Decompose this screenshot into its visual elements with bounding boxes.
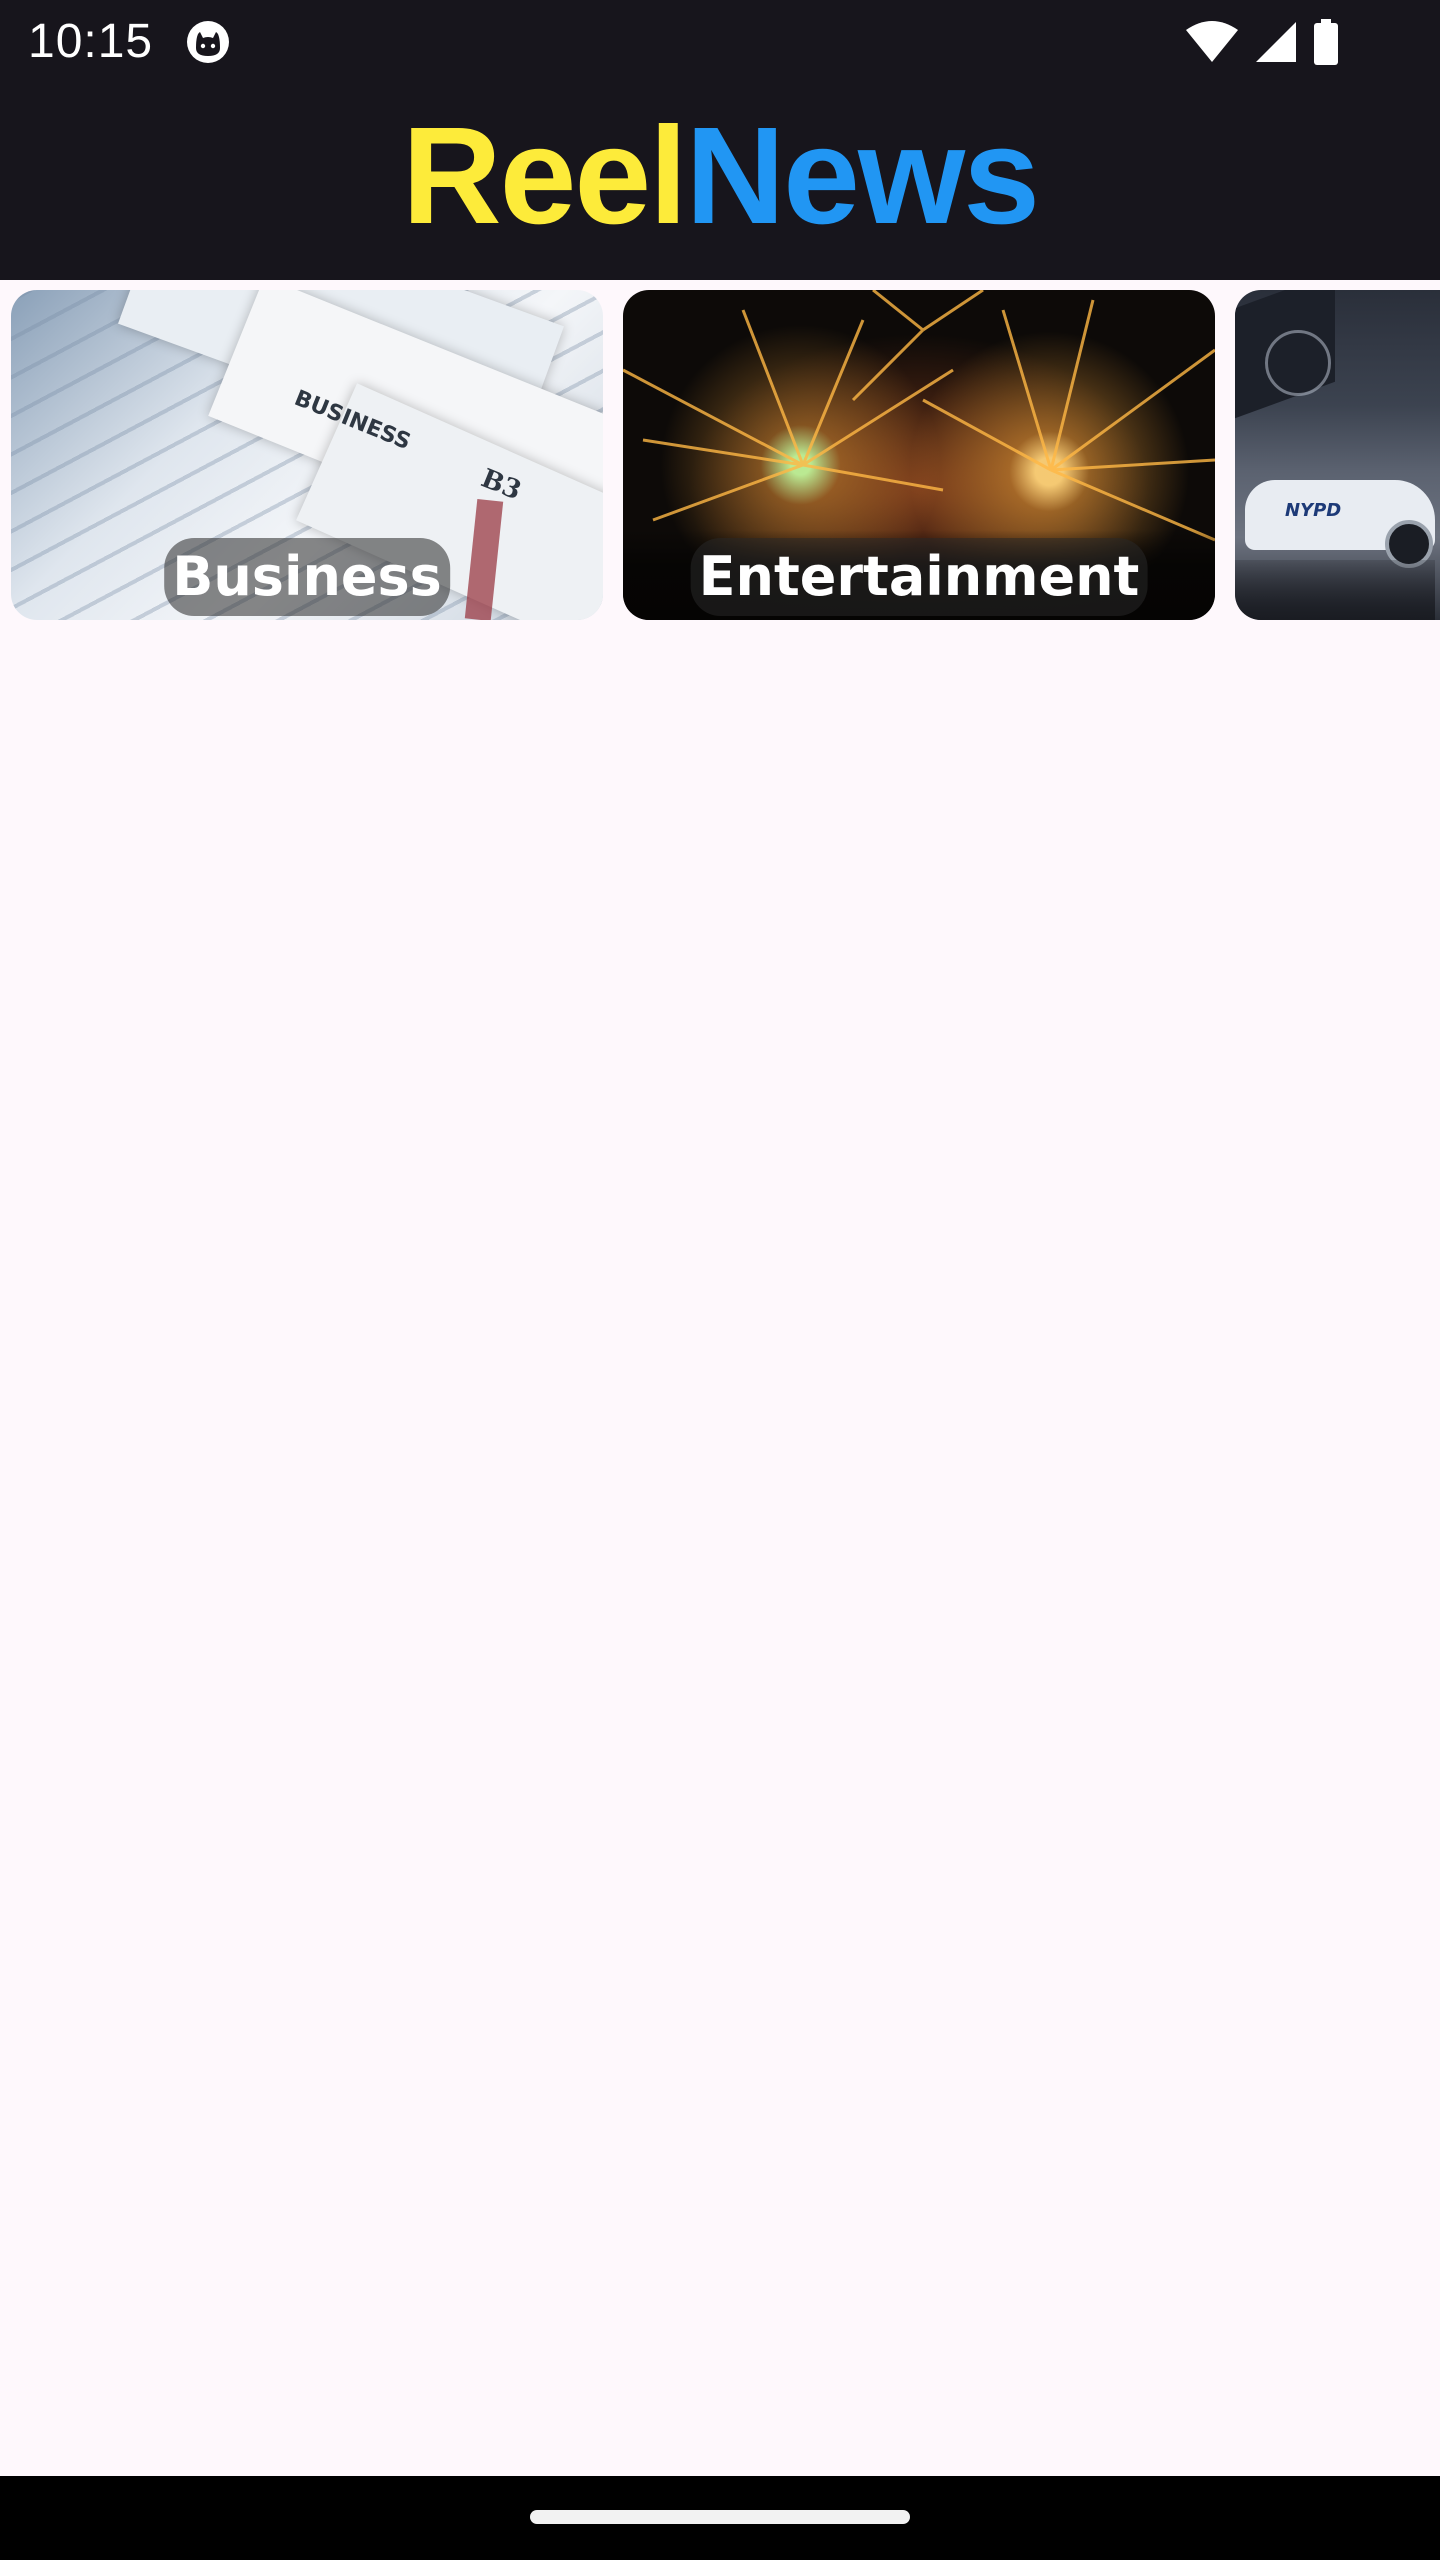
app-logo: ReelNews <box>402 107 1040 245</box>
cat-notification-icon <box>187 21 229 63</box>
battery-icon <box>1314 19 1338 65</box>
status-time: 10:15 <box>28 15 154 68</box>
category-card-entertainment[interactable]: Entertainment <box>623 290 1215 620</box>
home-gesture-handle[interactable] <box>530 2510 910 2524</box>
wifi-icon <box>1186 21 1238 62</box>
category-card-3[interactable]: NYPD <box>1235 290 1440 620</box>
category-label: Entertainment <box>690 538 1148 616</box>
status-indicators <box>1184 18 1340 66</box>
cellular-signal-icon <box>1256 22 1296 62</box>
system-navigation-bar <box>0 2476 1440 2560</box>
logo-reel-text: Reel <box>402 99 687 253</box>
status-bar: 10:15 <box>0 0 1440 84</box>
logo-news-text: News <box>685 99 1040 253</box>
news-content-area[interactable] <box>0 630 1440 2476</box>
category-card-business[interactable]: BUSINESS B3 Business <box>11 290 603 620</box>
category-carousel[interactable]: BUSINESS B3 Business Entertainment NYPD <box>0 290 1440 620</box>
app-header: ReelNews <box>0 84 1440 280</box>
category-label: Business <box>164 538 450 616</box>
city-image: NYPD <box>1235 290 1440 620</box>
